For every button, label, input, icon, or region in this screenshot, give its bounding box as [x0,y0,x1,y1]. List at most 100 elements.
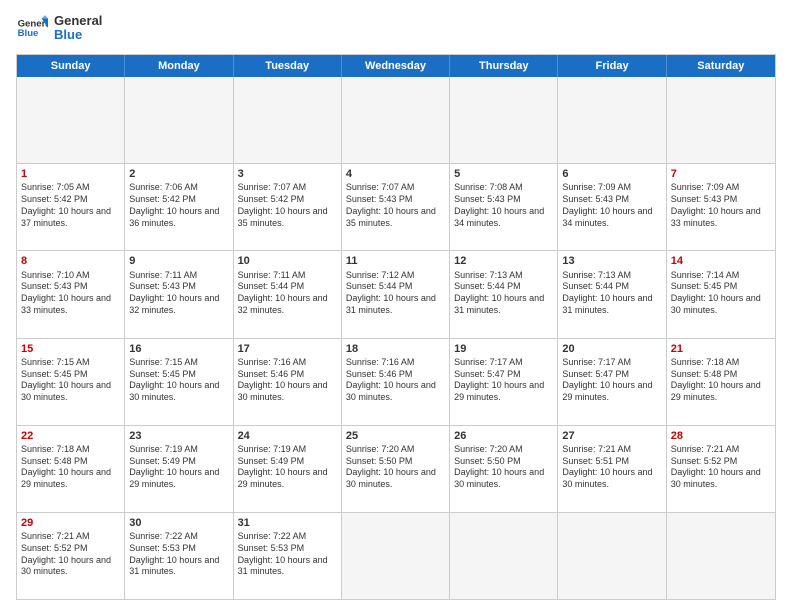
day-number: 30 [129,516,228,530]
calendar-cell: 9Sunrise: 7:11 AM Sunset: 5:43 PM Daylig… [125,251,233,337]
day-number: 10 [238,254,337,268]
day-number: 1 [21,167,120,181]
day-info: Sunrise: 7:05 AM Sunset: 5:42 PM Dayligh… [21,182,111,227]
calendar-cell: 29Sunrise: 7:21 AM Sunset: 5:52 PM Dayli… [17,513,125,599]
calendar-cell: 26Sunrise: 7:20 AM Sunset: 5:50 PM Dayli… [450,426,558,512]
day-info: Sunrise: 7:13 AM Sunset: 5:44 PM Dayligh… [562,270,652,315]
day-number: 31 [238,516,337,530]
calendar-cell [17,77,125,163]
header-day-wednesday: Wednesday [342,55,450,77]
header-day-thursday: Thursday [450,55,558,77]
day-number: 8 [21,254,120,268]
day-number: 3 [238,167,337,181]
day-info: Sunrise: 7:06 AM Sunset: 5:42 PM Dayligh… [129,182,219,227]
calendar-cell: 27Sunrise: 7:21 AM Sunset: 5:51 PM Dayli… [558,426,666,512]
calendar-cell [450,77,558,163]
calendar-row-2: 8Sunrise: 7:10 AM Sunset: 5:43 PM Daylig… [17,250,775,337]
calendar-cell: 12Sunrise: 7:13 AM Sunset: 5:44 PM Dayli… [450,251,558,337]
day-number: 25 [346,429,445,443]
day-info: Sunrise: 7:09 AM Sunset: 5:43 PM Dayligh… [562,182,652,227]
calendar-cell: 30Sunrise: 7:22 AM Sunset: 5:53 PM Dayli… [125,513,233,599]
calendar-cell: 2Sunrise: 7:06 AM Sunset: 5:42 PM Daylig… [125,164,233,250]
header-day-tuesday: Tuesday [234,55,342,77]
header: General Blue General Blue [16,12,776,44]
calendar-cell: 28Sunrise: 7:21 AM Sunset: 5:52 PM Dayli… [667,426,775,512]
header-day-friday: Friday [558,55,666,77]
day-info: Sunrise: 7:17 AM Sunset: 5:47 PM Dayligh… [562,357,652,402]
calendar-cell: 25Sunrise: 7:20 AM Sunset: 5:50 PM Dayli… [342,426,450,512]
calendar: SundayMondayTuesdayWednesdayThursdayFrid… [16,54,776,600]
logo-text: General Blue [54,14,102,43]
day-info: Sunrise: 7:12 AM Sunset: 5:44 PM Dayligh… [346,270,436,315]
day-info: Sunrise: 7:09 AM Sunset: 5:43 PM Dayligh… [671,182,761,227]
day-info: Sunrise: 7:21 AM Sunset: 5:52 PM Dayligh… [21,531,111,576]
calendar-cell: 8Sunrise: 7:10 AM Sunset: 5:43 PM Daylig… [17,251,125,337]
calendar-cell: 13 Sunrise: 7:13 AM Sunset: 5:44 PM Dayli… [558,251,666,337]
day-info: Sunrise: 7:18 AM Sunset: 5:48 PM Dayligh… [671,357,761,402]
day-info: Sunrise: 7:07 AM Sunset: 5:42 PM Dayligh… [238,182,328,227]
day-number: 20 [562,342,661,356]
day-info: Sunrise: 7:08 AM Sunset: 5:43 PM Dayligh… [454,182,544,227]
calendar-cell: 3Sunrise: 7:07 AM Sunset: 5:42 PM Daylig… [234,164,342,250]
day-info: Sunrise: 7:22 AM Sunset: 5:53 PM Dayligh… [129,531,219,576]
calendar-cell: 7Sunrise: 7:09 AM Sunset: 5:43 PM Daylig… [667,164,775,250]
calendar-cell [342,77,450,163]
calendar-cell: 11Sunrise: 7:12 AM Sunset: 5:44 PM Dayli… [342,251,450,337]
day-number: 13 [562,254,661,268]
day-info: Sunrise: 7:16 AM Sunset: 5:46 PM Dayligh… [346,357,436,402]
day-number: 28 [671,429,771,443]
calendar-cell [558,513,666,599]
calendar-cell: 18Sunrise: 7:16 AM Sunset: 5:46 PM Dayli… [342,339,450,425]
calendar-cell [558,77,666,163]
day-number: 2 [129,167,228,181]
day-info: Sunrise: 7:15 AM Sunset: 5:45 PM Dayligh… [21,357,111,402]
calendar-cell: 4Sunrise: 7:07 AM Sunset: 5:43 PM Daylig… [342,164,450,250]
calendar-row-3: 15Sunrise: 7:15 AM Sunset: 5:45 PM Dayli… [17,338,775,425]
calendar-cell [450,513,558,599]
day-number: 14 [671,254,771,268]
day-info: Sunrise: 7:21 AM Sunset: 5:51 PM Dayligh… [562,444,652,489]
calendar-cell: 16Sunrise: 7:15 AM Sunset: 5:45 PM Dayli… [125,339,233,425]
day-info: Sunrise: 7:18 AM Sunset: 5:48 PM Dayligh… [21,444,111,489]
calendar-cell: 17Sunrise: 7:16 AM Sunset: 5:46 PM Dayli… [234,339,342,425]
calendar-cell: 23Sunrise: 7:19 AM Sunset: 5:49 PM Dayli… [125,426,233,512]
day-info: Sunrise: 7:20 AM Sunset: 5:50 PM Dayligh… [454,444,544,489]
day-info: Sunrise: 7:20 AM Sunset: 5:50 PM Dayligh… [346,444,436,489]
calendar-cell: 14Sunrise: 7:14 AM Sunset: 5:45 PM Dayli… [667,251,775,337]
header-day-sunday: Sunday [17,55,125,77]
day-info: Sunrise: 7:19 AM Sunset: 5:49 PM Dayligh… [238,444,328,489]
header-day-monday: Monday [125,55,233,77]
calendar-cell: 21Sunrise: 7:18 AM Sunset: 5:48 PM Dayli… [667,339,775,425]
day-number: 21 [671,342,771,356]
day-info: Sunrise: 7:15 AM Sunset: 5:45 PM Dayligh… [129,357,219,402]
calendar-cell [342,513,450,599]
day-number: 29 [21,516,120,530]
calendar-cell: 6Sunrise: 7:09 AM Sunset: 5:43 PM Daylig… [558,164,666,250]
day-number: 7 [671,167,771,181]
calendar-header: SundayMondayTuesdayWednesdayThursdayFrid… [17,55,775,77]
day-info: Sunrise: 7:19 AM Sunset: 5:49 PM Dayligh… [129,444,219,489]
calendar-cell [234,77,342,163]
day-number: 6 [562,167,661,181]
logo: General Blue General Blue [16,12,102,44]
calendar-cell: 20Sunrise: 7:17 AM Sunset: 5:47 PM Dayli… [558,339,666,425]
day-info: Sunrise: 7:17 AM Sunset: 5:47 PM Dayligh… [454,357,544,402]
calendar-row-4: 22Sunrise: 7:18 AM Sunset: 5:48 PM Dayli… [17,425,775,512]
day-number: 5 [454,167,553,181]
day-info: Sunrise: 7:11 AM Sunset: 5:44 PM Dayligh… [238,270,328,315]
calendar-row-1: 1Sunrise: 7:05 AM Sunset: 5:42 PM Daylig… [17,163,775,250]
day-number: 4 [346,167,445,181]
calendar-cell: 10 Sunrise: 7:11 AM Sunset: 5:44 PM Dayli… [234,251,342,337]
day-number: 27 [562,429,661,443]
calendar-row-5: 29Sunrise: 7:21 AM Sunset: 5:52 PM Dayli… [17,512,775,599]
main-container: General Blue General Blue SundayMondayTu… [0,0,792,612]
calendar-cell [667,77,775,163]
calendar-cell: 19Sunrise: 7:17 AM Sunset: 5:47 PM Dayli… [450,339,558,425]
day-number: 17 [238,342,337,356]
day-number: 22 [21,429,120,443]
day-number: 18 [346,342,445,356]
day-number: 15 [21,342,120,356]
calendar-row-0 [17,77,775,163]
day-info: Sunrise: 7:07 AM Sunset: 5:43 PM Dayligh… [346,182,436,227]
day-info: Sunrise: 7:21 AM Sunset: 5:52 PM Dayligh… [671,444,761,489]
